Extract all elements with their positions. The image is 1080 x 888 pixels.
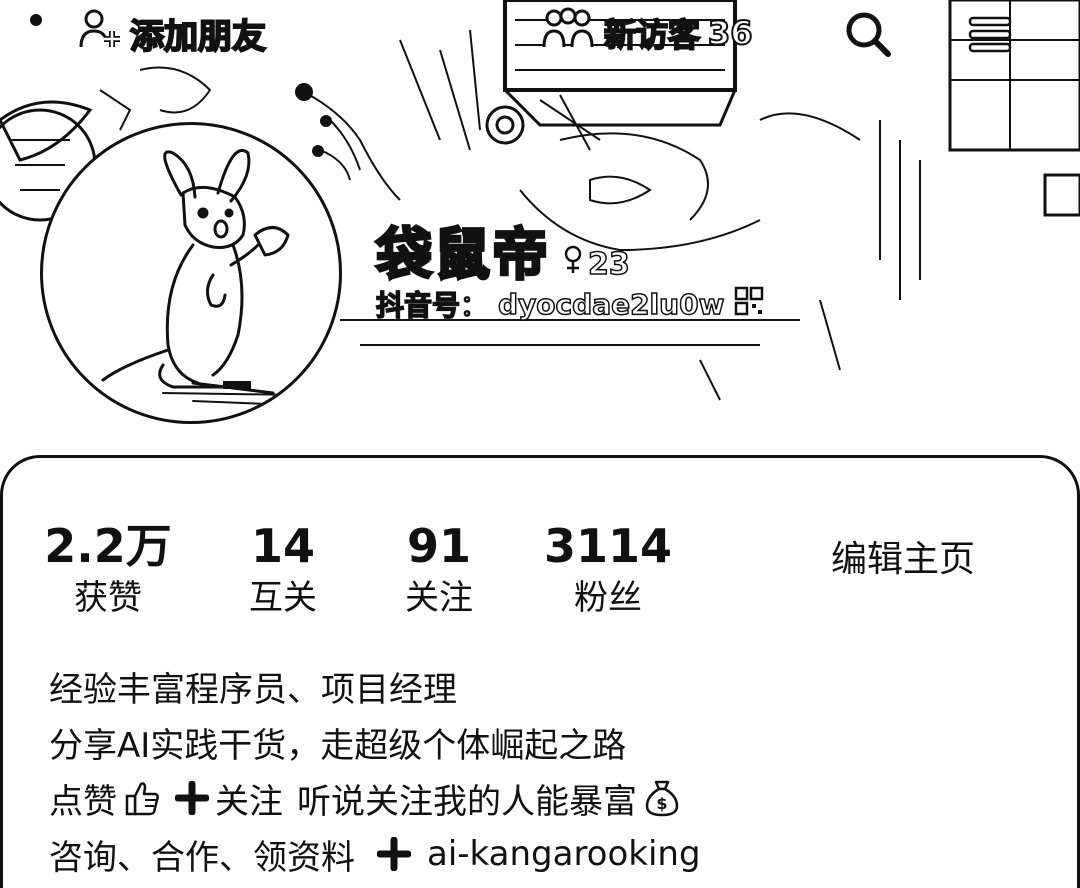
age-value: 23	[587, 246, 630, 283]
douyin-id-row[interactable]: 抖音号： dyocdae2lu0w	[375, 284, 764, 324]
mutual-label: 互关	[249, 578, 317, 618]
following-count: 91	[406, 519, 471, 573]
likes-label: 获赞	[74, 578, 142, 618]
bio-line-4-part-2: ai-kangarooking	[427, 834, 701, 874]
gender-icon	[562, 245, 584, 283]
plus-icon	[175, 781, 209, 815]
display-name: 袋鼠帝	[375, 222, 550, 290]
add-friend-label: 添加朋友	[129, 16, 267, 58]
likes-count: 2.2万	[44, 519, 172, 573]
bio-line-3: 点赞 关注 听说关注我的人能暴富 $	[49, 770, 1029, 826]
fans-count: 3114	[543, 519, 673, 573]
people-icon	[540, 7, 596, 59]
stat-likes[interactable]: 2.2万 获赞	[43, 518, 173, 622]
visitor-label: 新访客	[603, 15, 701, 55]
fans-label: 粉丝	[574, 578, 642, 618]
top-bar: 添加朋友 新访客 36	[0, 0, 1080, 80]
following-label: 关注	[405, 578, 473, 618]
svg-text:$: $	[656, 794, 667, 813]
thumbs-up-icon	[123, 778, 163, 818]
bio-line-3-part-1: 点赞	[49, 781, 117, 822]
avatar[interactable]	[40, 122, 342, 424]
add-friend-button[interactable]: 添加朋友	[78, 7, 267, 60]
age-badge: 23	[562, 245, 630, 283]
kangaroo-avatar-image	[101, 148, 304, 406]
profile-card: 2.2万 获赞 14 互关 91 关注 3114 粉丝 编辑主页 经验丰富程序员…	[0, 455, 1080, 888]
person-plus-icon	[78, 7, 122, 60]
visitor-count: 36	[707, 13, 754, 53]
bio-line-2: 分享AI实践干货，走超级个体崛起之路	[49, 725, 627, 766]
profile-banner[interactable]: 添加朋友 新访客 36 袋鼠帝 23 抖音号： dyocdae2lu0w	[0, 0, 1080, 470]
bio-line-3-part-2: 关注	[215, 781, 283, 822]
mutual-count: 14	[250, 519, 315, 573]
qr-code-icon[interactable]	[734, 286, 764, 323]
bio-line-4-part-1: 咨询、合作、领资料	[49, 837, 355, 878]
douyin-id-label: 抖音号：	[375, 288, 489, 323]
douyin-id-value: dyocdae2lu0w	[497, 287, 725, 322]
name-row: 袋鼠帝 23	[375, 210, 631, 291]
search-button[interactable]	[840, 8, 896, 64]
search-icon	[842, 8, 894, 64]
stat-fans[interactable]: 3114 粉丝	[543, 518, 673, 622]
money-bag-icon: $	[643, 778, 681, 818]
bio-line-1: 经验丰富程序员、项目经理	[49, 669, 457, 710]
bio-line-4: 咨询、合作、领资料 ai-kangarooking	[49, 826, 1029, 882]
hamburger-menu-icon	[966, 12, 1014, 60]
bio: 经验丰富程序员、项目经理 分享AI实践干货，走超级个体崛起之路 点赞 关注 听说…	[49, 658, 1029, 882]
stat-following[interactable]: 91 关注	[379, 518, 499, 622]
plus-icon	[377, 837, 411, 871]
new-visitor-button[interactable]: 新访客 36	[540, 7, 754, 59]
menu-button[interactable]	[962, 8, 1018, 64]
bio-line-3-part-3: 听说关注我的人能暴富	[297, 781, 637, 822]
edit-profile-button[interactable]: 编辑主页	[793, 528, 1013, 592]
stat-mutual[interactable]: 14 互关	[223, 518, 343, 622]
